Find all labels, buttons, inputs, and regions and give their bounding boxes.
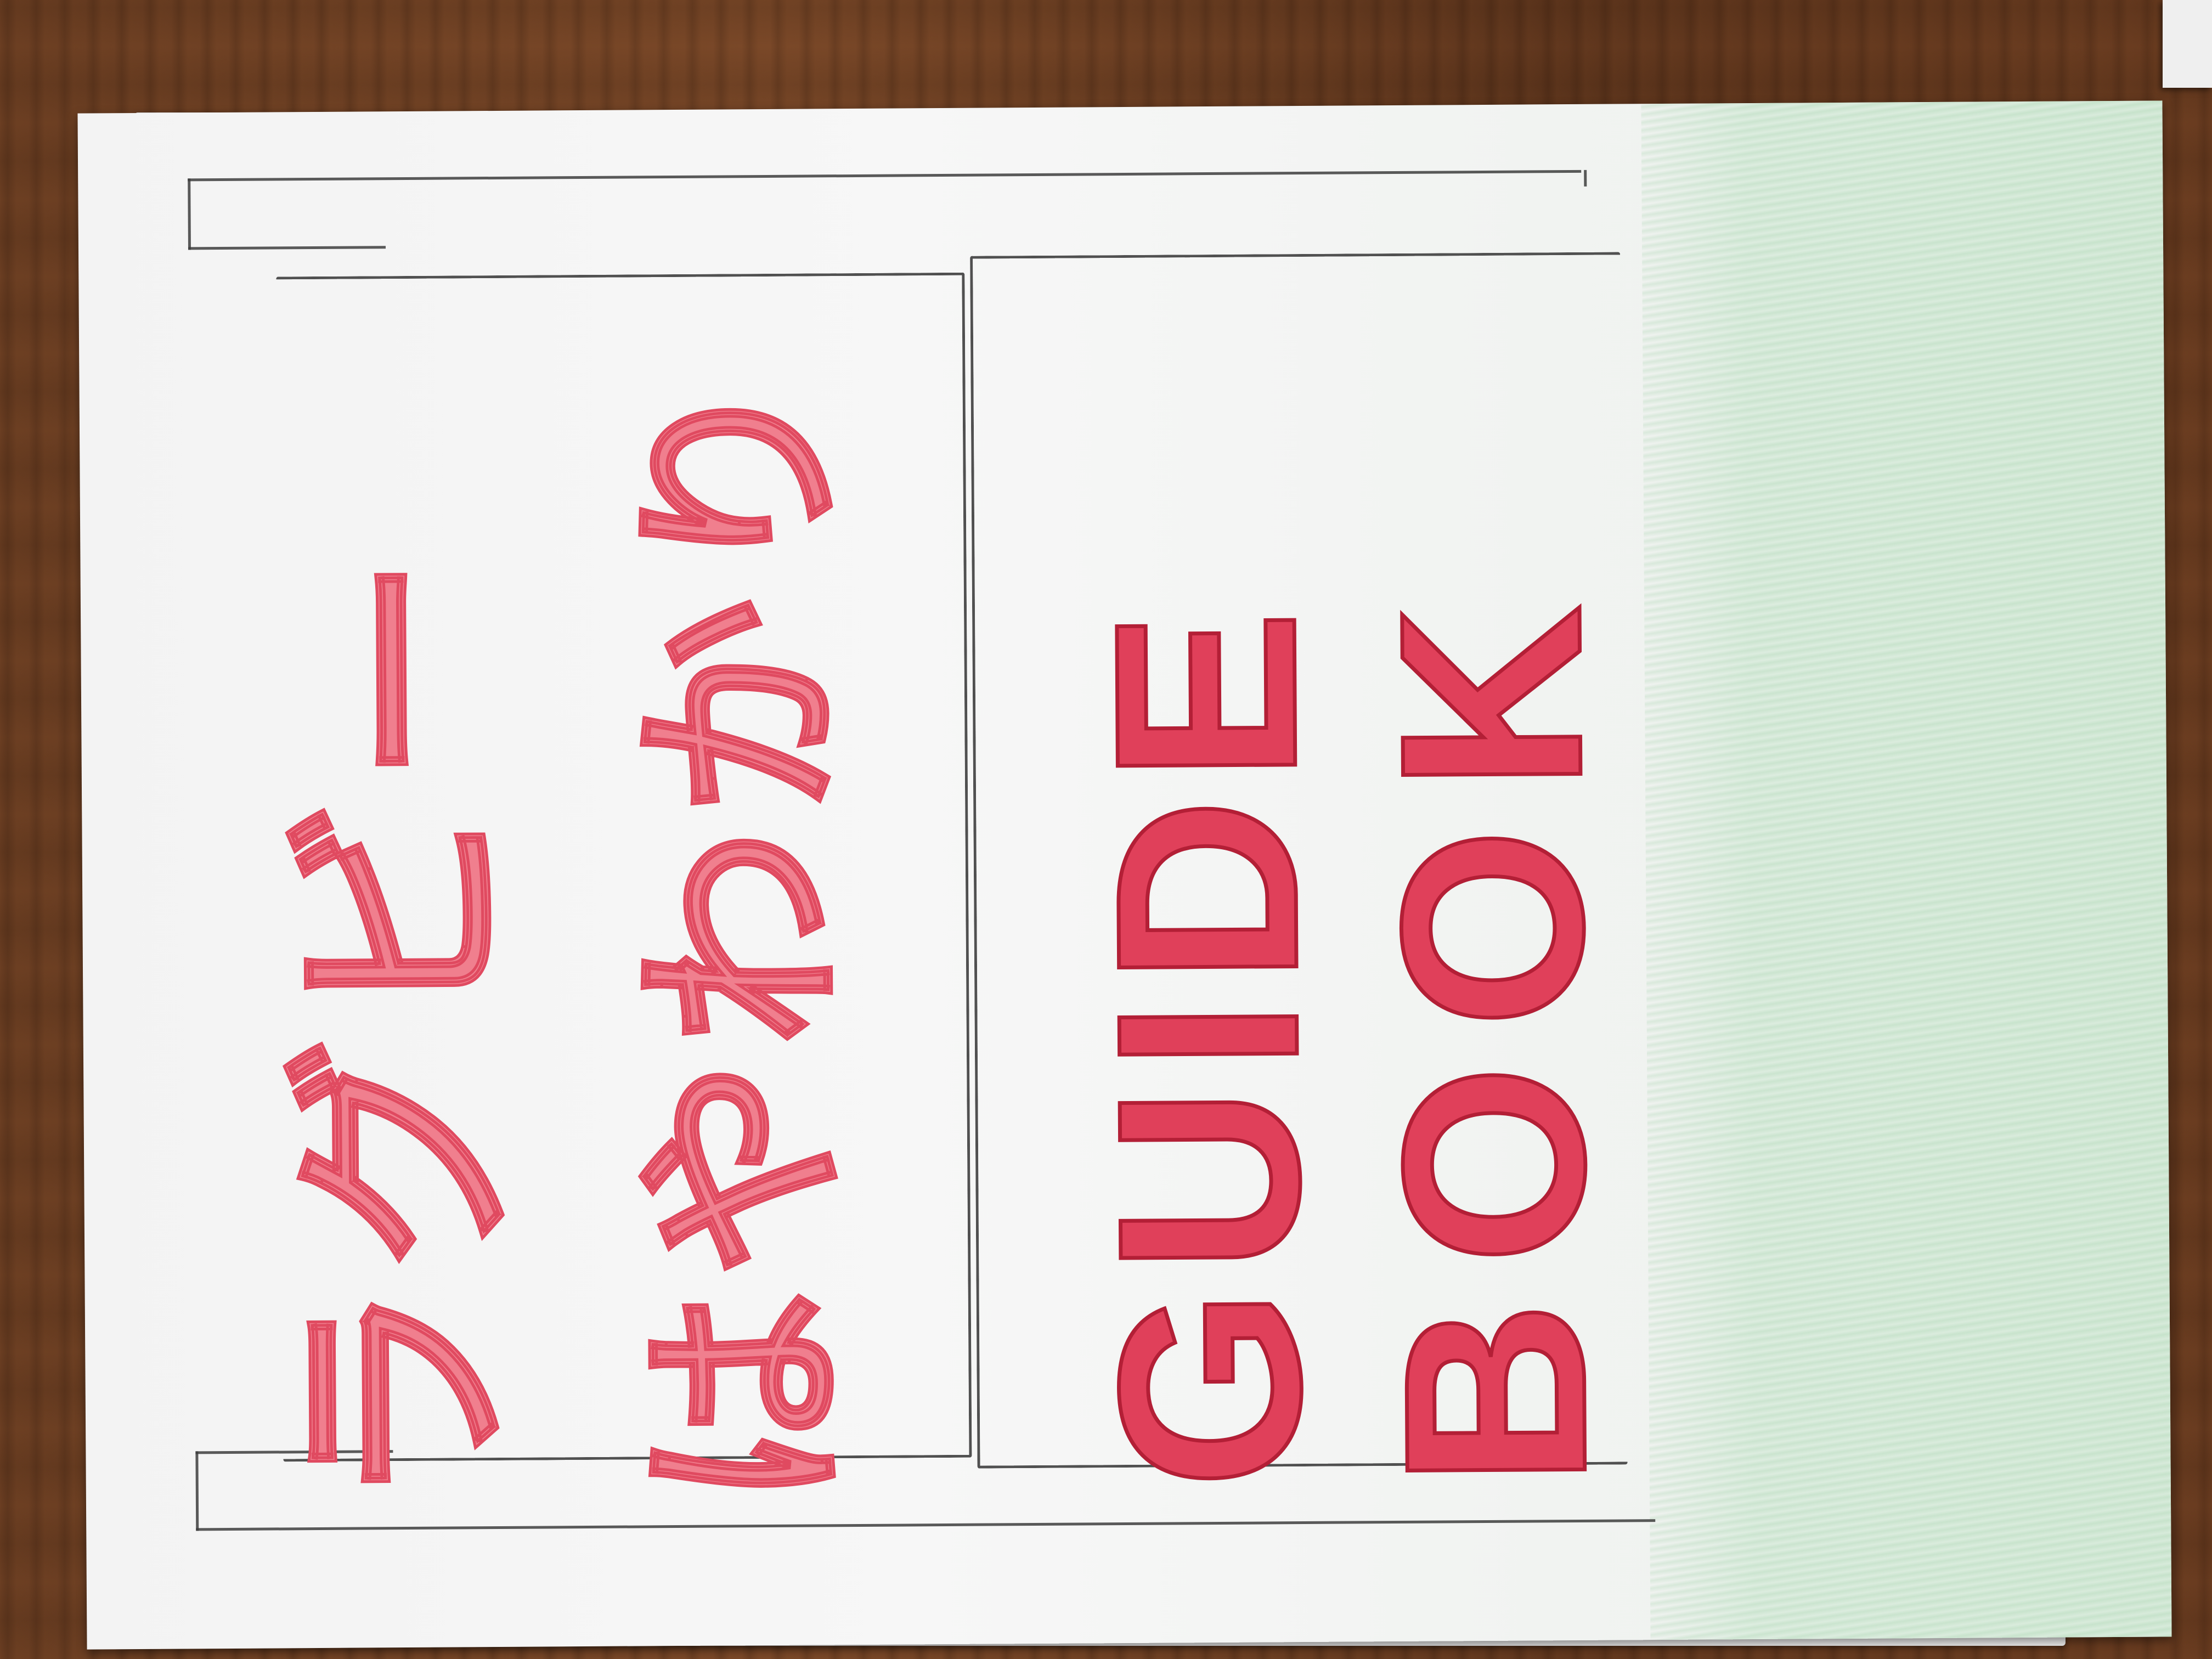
title-english-line-2: BOOK: [1344, 567, 1641, 1490]
pencil-border-corner-top: [188, 178, 191, 250]
pencil-border-bottom: [196, 1519, 1656, 1531]
pencil-border-top: [188, 170, 1582, 182]
title-japanese-line-2: はやわかり: [612, 354, 877, 1510]
paper-corner: [2163, 0, 2212, 88]
pencil-border-end: [1584, 170, 1587, 187]
booklet-cover: ラグビー はやわかり GUIDE BOOK: [77, 100, 2172, 1650]
green-crayon-shading: [1641, 100, 2172, 1640]
pencil-border-corner-bottom: [195, 1451, 199, 1531]
title-japanese-line-1: ラグビー: [264, 540, 541, 1513]
title-english-line-1: GUIDE: [1059, 592, 1356, 1492]
pencil-border-inner-top: [188, 246, 386, 250]
